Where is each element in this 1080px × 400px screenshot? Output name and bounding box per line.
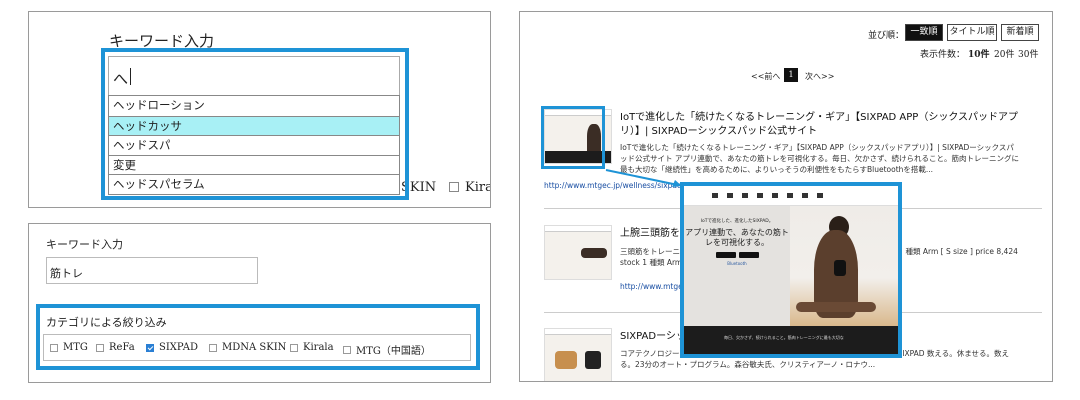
dark-banner: 毎日、欠かさず、続けられること。筋肉トレーニングに最も大切な [684,326,898,354]
thumbnail-highlight-frame [541,106,605,169]
sort-button-relevance[interactable]: 一致順 [905,24,943,41]
zoom-connector-arrow [605,169,682,187]
thumbnail-zoom-popup: IoTで進化した、進化したSIXPAD。 アプリ連動で、あなたの筋トレを可視化す… [680,182,902,358]
result-thumbnail[interactable] [544,225,612,280]
pager-prev[interactable]: <<前へ [751,71,780,82]
pager-next[interactable]: 次へ>> [805,71,834,82]
promo-small-text: IoTで進化した、進化したSIXPAD。 [700,219,774,224]
promo-text: IoTで進化した、進化したSIXPAD。 アプリ連動で、あなたの筋トレを可視化す… [684,218,790,266]
keyword-input[interactable]: 筋トレ [46,257,258,284]
keyword-input-value: 筋トレ [50,267,83,280]
bluetooth-logo: Bluetooth [727,261,747,266]
sort-button-title[interactable]: タイトル順 [947,24,997,41]
app-store-badges [684,252,790,258]
highlight-frame [101,48,409,200]
autocomplete-panel: キーワード入力 へ ヘッドローション ヘッドカッサ ヘッドスパ 変更 ヘッドスパ… [28,11,491,208]
result-thumbnail[interactable] [544,328,612,381]
promo-headline: アプリ連動で、あなたの筋トレを可視化する。 [685,228,789,247]
category-label-partial: Kiral [465,180,490,195]
site-nav-bar [684,186,898,206]
sort-label: 並び順： [868,31,905,41]
highlight-frame [36,304,480,370]
count-label: 表示件数： [920,50,966,60]
keyword-input-title: キーワード入力 [46,238,123,251]
sort-button-newest[interactable]: 新着順 [1001,24,1039,41]
category-checkbox[interactable] [449,182,459,192]
sixpad-device [834,260,846,276]
pager-current[interactable]: 1 [784,68,798,82]
result-title[interactable]: IoTで進化した「続けたくなるトレーニング・ギア」【SIXPAD APP（シック… [620,111,1030,139]
banner-text: 毎日、欠かさず、続けられること。筋肉トレーニングに最も大切な [724,335,844,340]
count-option-20[interactable]: 20件 [994,47,1014,60]
count-option-30[interactable]: 30件 [1018,47,1038,60]
model-figure [796,302,876,312]
filter-panel: キーワード入力 筋トレ カテゴリによる絞り込み MTG ReFa SIXPAD … [28,223,491,383]
count-option-10[interactable]: 10件 [968,47,990,60]
